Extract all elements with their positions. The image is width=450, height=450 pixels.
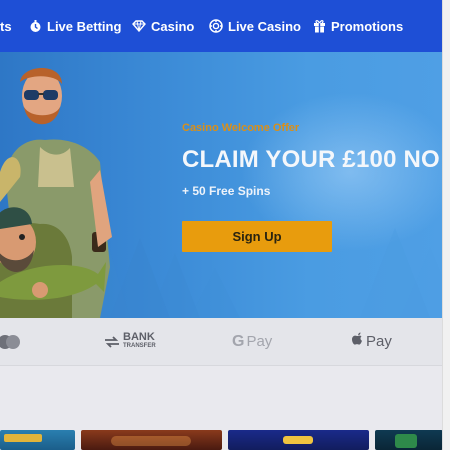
- vertical-scrollbar[interactable]: [442, 0, 450, 450]
- bank-label: BANK: [123, 330, 155, 343]
- mastercard-logo: [0, 318, 22, 365]
- page: ts Live Betting Casino Live Casino Promo…: [0, 0, 443, 450]
- hero-characters-illustration: [0, 68, 112, 318]
- game-art-decoration: [395, 434, 417, 448]
- game-thumbnail-2[interactable]: [81, 430, 222, 450]
- nav-item-live-betting[interactable]: Live Betting: [29, 0, 121, 52]
- nav-item-sports[interactable]: ts: [0, 0, 12, 52]
- nav-item-promotions[interactable]: Promotions: [313, 0, 403, 52]
- nav-item-label: Live Casino: [228, 18, 301, 34]
- google-g-logo: G: [232, 332, 245, 350]
- transfer-label: TRANSFER: [123, 342, 156, 349]
- roulette-chip-icon: [209, 19, 223, 33]
- apple-pay-logo: Pay: [352, 318, 392, 365]
- game-thumbnail-4[interactable]: [375, 430, 443, 450]
- payment-methods-strip: BANK TRANSFER G Pay Pay: [0, 318, 443, 366]
- game-logo-decoration: [4, 434, 42, 442]
- nav-item-label: Promotions: [331, 18, 404, 34]
- bank-transfer-arrows-icon: [105, 335, 119, 348]
- offer-title: CLAIM YOUR £100 NO: [182, 146, 440, 173]
- game-thumbnail-3[interactable]: [228, 430, 369, 450]
- diamond-icon: [132, 20, 146, 32]
- apple-icon: [352, 332, 364, 351]
- sign-up-button[interactable]: Sign Up: [182, 221, 332, 252]
- google-pay-logo: G Pay: [232, 318, 272, 365]
- nav-item-label: ts: [0, 18, 12, 34]
- nav-item-label: Live Betting: [47, 18, 122, 34]
- nav-item-live-casino[interactable]: Live Casino: [209, 0, 301, 52]
- google-pay-text: Pay: [246, 333, 273, 350]
- nav-item-label: Casino: [151, 18, 195, 34]
- game-thumbnail-1[interactable]: [0, 430, 75, 450]
- bank-transfer-logo: BANK TRANSFER: [102, 318, 156, 365]
- apple-pay-text: Pay: [366, 333, 392, 350]
- gift-icon: [313, 19, 326, 33]
- live-betting-icon: [29, 19, 42, 33]
- offer-label: Casino Welcome Offer: [182, 122, 300, 134]
- nav-item-casino[interactable]: Casino: [132, 0, 194, 52]
- top-nav: ts Live Betting Casino Live Casino Promo…: [0, 0, 443, 52]
- game-title-decoration: [283, 436, 313, 444]
- content-area: [0, 366, 443, 430]
- game-glow-decoration: [111, 436, 191, 446]
- hero-banner: Casino Welcome Offer CLAIM YOUR £100 NO …: [0, 52, 443, 318]
- offer-subtitle: + 50 Free Spins: [182, 184, 271, 198]
